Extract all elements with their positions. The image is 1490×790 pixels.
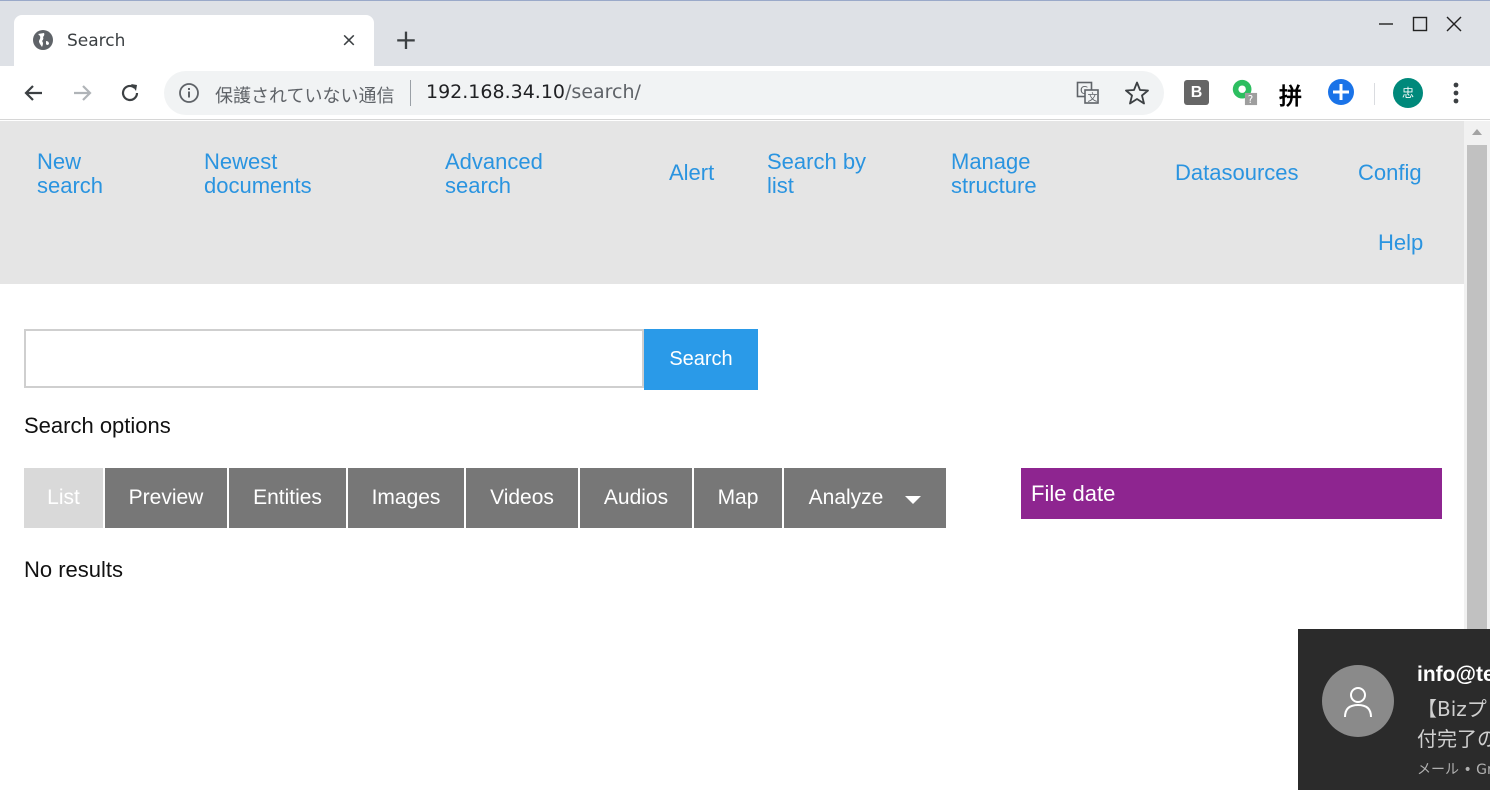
tab-map[interactable]: Map bbox=[694, 468, 782, 528]
nav-config[interactable]: Config bbox=[1358, 161, 1422, 185]
tab-close-icon[interactable]: × bbox=[338, 27, 360, 53]
facet-file-date[interactable]: File date bbox=[1021, 468, 1442, 519]
notification-line-1: 【Bizプリ bbox=[1417, 697, 1490, 721]
toolbar-divider bbox=[1374, 83, 1375, 105]
tab-preview[interactable]: Preview bbox=[105, 468, 227, 528]
tab-entities[interactable]: Entities bbox=[229, 468, 346, 528]
nav-new-search[interactable]: New search bbox=[37, 150, 103, 198]
tab-title: Search bbox=[67, 31, 126, 51]
nav-datasources[interactable]: Datasources bbox=[1175, 161, 1299, 185]
url-text[interactable]: 192.168.34.10/search/ bbox=[426, 81, 641, 103]
nav-manage-structure-line1: Manage bbox=[951, 149, 1031, 174]
notification-sender: info@te bbox=[1417, 663, 1490, 686]
page-viewport: New search Newest documents Advanced search… bbox=[0, 121, 1464, 790]
nav-manage-structure[interactable]: Manage structure bbox=[951, 150, 1037, 198]
tab-analyze[interactable]: Analyze bbox=[784, 468, 946, 528]
nav-help[interactable]: Help bbox=[1378, 231, 1423, 255]
tab-videos[interactable]: Videos bbox=[466, 468, 578, 528]
svg-text:?: ? bbox=[1248, 94, 1253, 106]
caret-down-icon bbox=[905, 495, 922, 504]
extension-b-icon[interactable]: B bbox=[1184, 80, 1209, 105]
address-bar[interactable]: 保護されていない通信 192.168.34.10/search/ G 文 bbox=[164, 71, 1164, 115]
back-icon[interactable] bbox=[19, 78, 49, 108]
nav-alert[interactable]: Alert bbox=[669, 161, 714, 185]
url-path: /search/ bbox=[565, 81, 641, 103]
nav-newest-documents[interactable]: Newest documents bbox=[204, 150, 312, 198]
notification-line-2: 付完了の bbox=[1417, 727, 1490, 751]
extension-pinyin-icon[interactable]: 拼 bbox=[1279, 77, 1307, 110]
nav-search-by-list-line1: Search by bbox=[767, 149, 867, 174]
nav-advanced-search-line1: Advanced bbox=[445, 149, 543, 174]
scroll-up-arrow-icon[interactable] bbox=[1464, 121, 1490, 143]
nav-new-search-line1: New bbox=[37, 149, 82, 174]
tab-analyze-label: Analyze bbox=[808, 486, 884, 509]
globe-icon bbox=[33, 30, 53, 50]
bookmark-star-icon[interactable] bbox=[1124, 80, 1150, 106]
nav-search-by-list[interactable]: Search by list bbox=[767, 150, 866, 198]
search-options-toggle[interactable]: Search options bbox=[24, 413, 171, 439]
info-icon[interactable] bbox=[178, 82, 200, 104]
profile-avatar[interactable]: 忠 bbox=[1393, 78, 1423, 108]
notification-toast[interactable]: info@te 【Bizプリ 付完了の メール • Gm bbox=[1298, 629, 1490, 790]
tab-audios[interactable]: Audios bbox=[580, 468, 692, 528]
nav-newest-documents-line2: documents bbox=[204, 173, 312, 198]
search-input[interactable] bbox=[24, 329, 644, 388]
extension-evernote-icon[interactable]: ? bbox=[1230, 78, 1258, 106]
address-separator bbox=[410, 80, 411, 106]
new-tab-button[interactable]: + bbox=[393, 26, 419, 54]
nav-manage-structure-line2: structure bbox=[951, 173, 1037, 198]
extension-plus-icon[interactable] bbox=[1327, 78, 1355, 106]
svg-text:文: 文 bbox=[1088, 91, 1098, 104]
search-button[interactable]: Search bbox=[644, 329, 758, 390]
nav-search-by-list-line2: list bbox=[767, 173, 794, 198]
browser-title-bar: Search × + bbox=[0, 0, 1490, 67]
browser-tab[interactable]: Search × bbox=[14, 15, 374, 67]
forward-icon[interactable] bbox=[67, 78, 97, 108]
notification-source: メール • Gm bbox=[1417, 762, 1490, 778]
nav-newest-documents-line1: Newest bbox=[204, 149, 278, 174]
site-navigation: New search Newest documents Advanced search… bbox=[0, 121, 1464, 284]
url-host: 192.168.34.10 bbox=[426, 81, 566, 103]
contact-avatar-icon bbox=[1322, 665, 1394, 737]
nav-advanced-search[interactable]: Advanced search bbox=[445, 150, 543, 198]
browser-toolbar: 保護されていない通信 192.168.34.10/search/ G 文 B ?… bbox=[0, 66, 1490, 120]
tab-list[interactable]: List bbox=[24, 468, 103, 528]
security-label: 保護されていない通信 bbox=[215, 86, 395, 107]
more-menu-icon[interactable] bbox=[1444, 78, 1468, 108]
no-results-message: No results bbox=[24, 557, 124, 582]
translate-icon[interactable]: G 文 bbox=[1076, 81, 1100, 105]
tab-images[interactable]: Images bbox=[348, 468, 464, 528]
close-window-icon[interactable] bbox=[1420, 1, 1488, 47]
nav-new-search-line2: search bbox=[37, 173, 104, 198]
nav-advanced-search-line2: search bbox=[445, 173, 512, 198]
reload-icon[interactable] bbox=[115, 78, 145, 108]
view-tabs: List Preview Entities Images Videos Audi… bbox=[24, 468, 946, 528]
